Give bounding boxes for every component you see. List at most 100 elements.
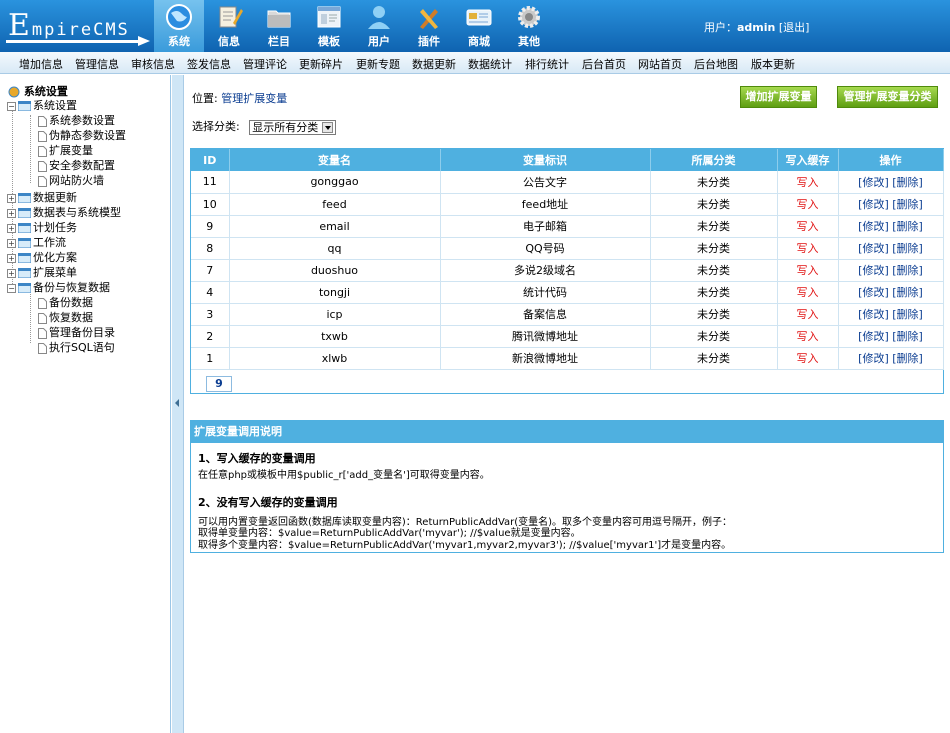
edit-link[interactable]: [修改] <box>858 264 889 277</box>
document-icon <box>38 342 47 354</box>
tree-item-rewrite-params[interactable]: 伪静态参数设置 <box>38 127 126 142</box>
subnav-item[interactable]: 管理信息 <box>75 56 119 72</box>
cell-class: 未分类 <box>650 193 778 216</box>
logo-arrow <box>138 36 150 46</box>
tree-group-extend-menu[interactable]: + 扩展菜单 <box>7 264 77 279</box>
tree-item-label: 系统参数设置 <box>49 114 115 127</box>
delete-link[interactable]: [删除] <box>892 264 923 277</box>
sidebar-splitter[interactable] <box>172 75 184 733</box>
logout-link[interactable]: [退出] <box>779 21 810 34</box>
cell-cache: 写入 <box>777 259 839 282</box>
edit-link[interactable]: [修改] <box>858 330 889 343</box>
cell-name: xlwb <box>229 347 441 370</box>
tree-group-label: 数据表与系统模型 <box>33 206 121 219</box>
expand-icon[interactable]: + <box>7 253 16 263</box>
delete-link[interactable]: [删除] <box>892 286 923 299</box>
cell-name: icp <box>229 303 441 326</box>
subnav-item[interactable]: 审核信息 <box>131 56 175 72</box>
edit-link[interactable]: [修改] <box>858 308 889 321</box>
subnav-item[interactable]: 更新碎片 <box>299 56 343 72</box>
expand-icon[interactable]: + <box>7 223 16 233</box>
edit-link[interactable]: [修改] <box>858 242 889 255</box>
tree-group-backup[interactable]: − 备份与恢复数据 <box>7 279 110 294</box>
tree-group-data-update[interactable]: + 数据更新 <box>7 189 77 204</box>
tree-item-system-params[interactable]: 系统参数设置 <box>38 112 115 127</box>
breadcrumb-link[interactable]: 管理扩展变量 <box>221 92 287 105</box>
edit-link[interactable]: [修改] <box>858 352 889 365</box>
expand-icon[interactable]: + <box>7 193 16 203</box>
subnav-item[interactable]: 后台首页 <box>582 56 626 72</box>
tree-item-backup-dirs[interactable]: 管理备份目录 <box>38 324 115 339</box>
cell-ops: [修改] [删除] <box>838 303 944 326</box>
expand-icon[interactable]: + <box>7 208 16 218</box>
tree-group-optimize[interactable]: + 优化方案 <box>7 249 77 264</box>
nav-tab-plugin[interactable]: 插件 <box>404 0 454 52</box>
chevron-down-icon[interactable] <box>322 122 334 133</box>
tree-group-data-tables[interactable]: + 数据表与系统模型 <box>7 204 121 219</box>
write-cache-link[interactable]: 写入 <box>797 286 819 299</box>
subnav-item[interactable]: 管理评论 <box>243 56 287 72</box>
collapse-icon[interactable]: − <box>7 283 16 293</box>
subnav-item[interactable]: 排行统计 <box>525 56 569 72</box>
manage-var-class-button[interactable]: 管理扩展变量分类 <box>837 86 938 108</box>
collapse-arrow-icon[interactable] <box>175 399 179 407</box>
delete-link[interactable]: [删除] <box>892 308 923 321</box>
tree-item-restore-data[interactable]: 恢复数据 <box>38 309 93 324</box>
cell-class: 未分类 <box>650 215 778 238</box>
subnav-item[interactable]: 数据统计 <box>468 56 512 72</box>
subnav-item[interactable]: 增加信息 <box>19 56 63 72</box>
nav-tab-info[interactable]: 信息 <box>204 0 254 52</box>
delete-link[interactable]: [删除] <box>892 330 923 343</box>
edit-link[interactable]: [修改] <box>858 176 889 189</box>
nav-tab-label: 信息 <box>218 35 240 48</box>
tree-group-workflow[interactable]: + 工作流 <box>7 234 66 249</box>
subnav-item[interactable]: 数据更新 <box>412 56 456 72</box>
collapse-icon[interactable]: − <box>7 101 16 111</box>
write-cache-link[interactable]: 写入 <box>797 198 819 211</box>
delete-link[interactable]: [删除] <box>892 220 923 233</box>
expand-icon[interactable]: + <box>7 238 16 248</box>
logo[interactable]: EmpireCMS <box>0 0 154 52</box>
expand-icon[interactable]: + <box>7 268 16 278</box>
tree-item-firewall[interactable]: 网站防火墙 <box>38 172 104 187</box>
page-indicator[interactable]: 9 <box>206 376 232 392</box>
document-icon <box>38 297 47 309</box>
nav-tab-other[interactable]: 其他 <box>504 0 554 52</box>
delete-link[interactable]: [删除] <box>892 198 923 211</box>
class-select[interactable]: 显示所有分类 <box>249 119 337 135</box>
cell-name: tongji <box>229 281 441 304</box>
nav-tab-user[interactable]: 用户 <box>354 0 404 52</box>
edit-link[interactable]: [修改] <box>858 220 889 233</box>
subnav-item[interactable]: 网站首页 <box>638 56 682 72</box>
tree-group-scheduled-tasks[interactable]: + 计划任务 <box>7 219 77 234</box>
edit-link[interactable]: [修改] <box>858 286 889 299</box>
nav-tab-system[interactable]: 系统 <box>154 0 204 52</box>
write-cache-link[interactable]: 写入 <box>797 264 819 277</box>
table-row: 2 txwb 腾讯微博地址 未分类 写入 [修改] [删除] <box>191 325 944 348</box>
subnav-item[interactable]: 后台地图 <box>694 56 738 72</box>
write-cache-link[interactable]: 写入 <box>797 330 819 343</box>
tree-item-extend-vars[interactable]: 扩展变量 <box>38 142 93 157</box>
nav-tab-template[interactable]: 模板 <box>304 0 354 52</box>
delete-link[interactable]: [删除] <box>892 352 923 365</box>
tree-group-system-settings[interactable]: − 系统设置 <box>7 97 77 112</box>
tree-item-security-params[interactable]: 安全参数配置 <box>38 157 115 172</box>
subnav-item[interactable]: 签发信息 <box>187 56 231 72</box>
write-cache-link[interactable]: 写入 <box>797 220 819 233</box>
write-cache-link[interactable]: 写入 <box>797 176 819 189</box>
write-cache-link[interactable]: 写入 <box>797 352 819 365</box>
tree-item-run-sql[interactable]: 执行SQL语句 <box>38 339 115 354</box>
tree-item-backup-data[interactable]: 备份数据 <box>38 294 93 309</box>
subnav-item[interactable]: 版本更新 <box>751 56 795 72</box>
nav-tab-shop[interactable]: 商城 <box>454 0 504 52</box>
add-extend-var-button[interactable]: 增加扩展变量 <box>740 86 817 108</box>
subnav-item[interactable]: 更新专题 <box>356 56 400 72</box>
delete-link[interactable]: [删除] <box>892 176 923 189</box>
cell-class: 未分类 <box>650 259 778 282</box>
write-cache-link[interactable]: 写入 <box>797 242 819 255</box>
edit-link[interactable]: [修改] <box>858 198 889 211</box>
delete-link[interactable]: [删除] <box>892 242 923 255</box>
cell-ops: [修改] [删除] <box>838 259 944 282</box>
write-cache-link[interactable]: 写入 <box>797 308 819 321</box>
nav-tab-column[interactable]: 栏目 <box>254 0 304 52</box>
